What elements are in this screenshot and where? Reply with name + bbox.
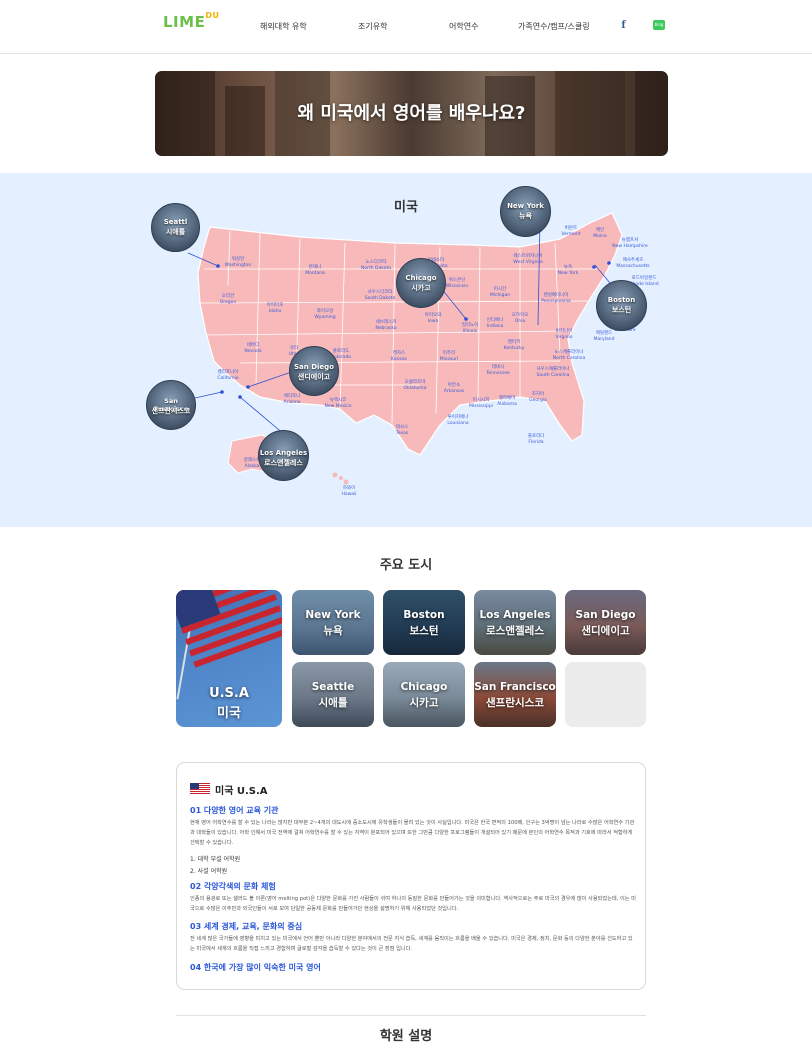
marker-boston <box>607 261 611 265</box>
state-label[interactable]: 미시시피 Mississippi <box>469 398 493 409</box>
us-map <box>185 212 623 485</box>
state-label[interactable]: 뉴햄프셔 New Hampshire <box>612 238 648 249</box>
state-label[interactable]: 앨라배마 Alabama <box>497 396 517 407</box>
state-label[interactable]: 미시간 Michigan <box>490 287 510 298</box>
nav-study-abroad-university[interactable]: 해외대학 유학 <box>260 21 307 32</box>
section-divider <box>176 1015 646 1016</box>
us-flag-icon <box>190 783 210 795</box>
state-label[interactable]: 노스다코타 North Dakota <box>361 260 391 271</box>
academy-description-title: 학원 설명 <box>379 1029 433 1044</box>
city-tile-boston[interactable]: Boston 보스턴 <box>383 590 465 655</box>
usa-info-box: 미국 U.S.A 01 다양한 영어 교육 기관 현재 영어 어학연수를 할 수… <box>176 762 646 990</box>
info-heading-2: 02 각양각색의 문화 체험 <box>190 882 276 891</box>
state-label[interactable]: 미주리 Missouri <box>440 351 459 362</box>
state-label[interactable]: 테네시 Tennessee <box>486 365 509 376</box>
state-label[interactable]: 뉴멕시코 New Mexico <box>325 398 352 409</box>
state-label[interactable]: 위스콘신 Wisconsin <box>446 278 468 289</box>
hero-title: 왜 미국에서 영어를 배우나요? <box>297 103 526 124</box>
state-label[interactable]: 네브래스카 Nebraska <box>375 320 396 331</box>
map-city-seattle[interactable]: Seattl 시애틀 <box>151 203 200 252</box>
map-city-sanfrancisco[interactable]: San Francisco 샌프란시스코 <box>146 380 196 430</box>
info-heading-4: 04 한국에 가장 많이 익숙한 미국 영어 <box>190 963 321 972</box>
city-tile-chicago[interactable]: Chicago 시카고 <box>383 662 465 727</box>
map-city-losangeles[interactable]: Los Angeles 로스앤젤레스 <box>258 430 309 481</box>
us-flag-image <box>176 590 282 668</box>
info-body-2: 인종의 용광로 또는 샐러드 볼 이론(영어 melting pot)은 다양한… <box>190 896 636 912</box>
state-label[interactable]: 오클라호마 Oklahoma <box>404 380 427 391</box>
city-tile-sanfrancisco[interactable]: San Francisco 샌프란시스코 <box>474 662 556 727</box>
facebook-icon[interactable]: f <box>617 19 630 32</box>
info-heading-1: 01 다양한 영어 교육 기관 <box>190 806 279 815</box>
map-title: 미국 <box>394 200 418 215</box>
blog-icon[interactable]: blog <box>653 20 665 30</box>
marker-sandiego <box>246 385 250 389</box>
map-city-chicago[interactable]: Chicago 시카고 <box>396 258 446 308</box>
marker-sanfrancisco <box>220 390 224 394</box>
city-tile-sandiego[interactable]: San Diego 샌디에이고 <box>565 590 646 655</box>
info-heading-3: 03 세계 경제, 교육, 문화의 중심 <box>190 922 303 931</box>
state-label[interactable]: 뉴욕 New York <box>558 265 579 276</box>
hawaii-shape-3 <box>343 479 349 485</box>
state-label[interactable]: 웨스트버지니아 West Virginia <box>513 254 542 265</box>
state-label[interactable]: 아이다호 Idaho <box>267 303 284 314</box>
logo-main: LIME <box>163 13 206 31</box>
city-tile-empty <box>565 662 646 727</box>
state-label[interactable]: 텍사스 Texas <box>396 425 408 436</box>
info-title: 미국 U.S.A <box>215 786 268 797</box>
marker-seattle <box>216 264 220 268</box>
major-cities-title: 주요 도시 <box>379 558 433 573</box>
info-list-item: 1. 대학 부설 어학원 <box>190 856 241 863</box>
state-label[interactable]: 캔자스 Kansas <box>391 351 407 362</box>
state-label[interactable]: 매사추세츠 Massachusetts <box>616 258 649 269</box>
state-label[interactable]: 오리건 Oregon <box>220 294 237 305</box>
nav-language-course[interactable]: 어학연수 <box>449 21 478 32</box>
state-label[interactable]: 캘리포니아 California <box>217 370 238 381</box>
state-label[interactable]: 메인 Maine <box>593 228 607 239</box>
state-label[interactable]: 인디애나 Indiana <box>487 318 504 329</box>
state-label[interactable]: 사우스다코타 South Dakota <box>365 290 395 301</box>
logo-sup: DU <box>205 11 220 20</box>
state-label[interactable]: 하와이 Hawaii <box>341 486 356 497</box>
logo[interactable]: LIMEDU <box>163 11 220 31</box>
state-label[interactable]: 네바다 Nevada <box>244 343 261 354</box>
state-label[interactable]: 아칸소 Arkansas <box>444 383 465 394</box>
state-label[interactable]: 애리조나 Arizona <box>284 394 301 405</box>
state-label[interactable]: 버지니아 Virginia <box>556 329 573 340</box>
state-label[interactable]: 펜실베이니아 Pennsylvania <box>541 293 571 304</box>
state-label[interactable]: 워싱턴 Washington <box>225 257 251 268</box>
map-city-boston[interactable]: Boston 보스턴 <box>596 280 647 331</box>
state-label[interactable]: 노스캐롤라이나 North Carolina <box>553 350 586 361</box>
city-tile-seattle[interactable]: Seattle 시애틀 <box>292 662 374 727</box>
state-label[interactable]: 플로리다 Florida <box>528 434 545 445</box>
city-tile-usa[interactable]: U.S.A 미국 <box>176 590 282 727</box>
map-city-newyork[interactable]: New York 뉴욕 <box>500 186 551 237</box>
state-label[interactable]: 루이지애나 Louisiana <box>447 415 468 426</box>
state-label[interactable]: 일리노이 Illinois <box>462 323 479 334</box>
marker-newyork <box>592 265 596 269</box>
map-city-sandiego[interactable]: San Diego 샌디에이고 <box>289 346 339 396</box>
hero-banner: 왜 미국에서 영어를 배우나요? <box>155 71 668 156</box>
hawaii-shape-2 <box>339 476 343 480</box>
marker-chicago <box>464 317 468 321</box>
blog-icon-label: blog <box>654 22 664 27</box>
state-label[interactable]: 켄터키 Kentucky <box>504 340 525 351</box>
state-label[interactable]: 조지아 Georgia <box>529 392 547 403</box>
state-label[interactable]: 아이오와 Iowa <box>425 313 442 324</box>
city-tile-losangeles[interactable]: Los Angeles 로스앤젤레스 <box>474 590 556 655</box>
state-label[interactable]: 오하이오 Ohio <box>512 313 529 324</box>
nav-family-camp[interactable]: 가족연수/캠프/스쿨링 <box>518 21 590 32</box>
info-body-1: 현재 영어 어학연수를 할 수 있는 나라는 많지만 대부분 2~4개의 대도시… <box>190 820 635 846</box>
info-body-3: 전 세계 많은 국가들에 영향을 미치고 있는 미국에서 언어 뿐만 아니라 다… <box>190 936 633 952</box>
city-tile-newyork[interactable]: New York 뉴욕 <box>292 590 374 655</box>
nav-early-study[interactable]: 조기유학 <box>358 21 387 32</box>
state-label[interactable]: 몬태나 Montana <box>305 265 325 276</box>
site-header: LIMEDU 해외대학 유학 조기유학 어학연수 가족연수/캠프/스쿨링 f b… <box>0 0 812 54</box>
state-label[interactable]: 와이오밍 Wyoming <box>314 309 335 320</box>
marker-losangeles <box>238 395 242 399</box>
state-label[interactable]: 버몬트 Vermont <box>561 226 580 237</box>
state-label[interactable]: 사우스캐롤라이나 South Carolina <box>536 367 569 378</box>
state-label[interactable]: 메릴랜드 Maryland <box>594 331 615 342</box>
hawaii-shape-1 <box>332 472 338 478</box>
info-list-item: 2. 사설 어학원 <box>190 868 228 875</box>
